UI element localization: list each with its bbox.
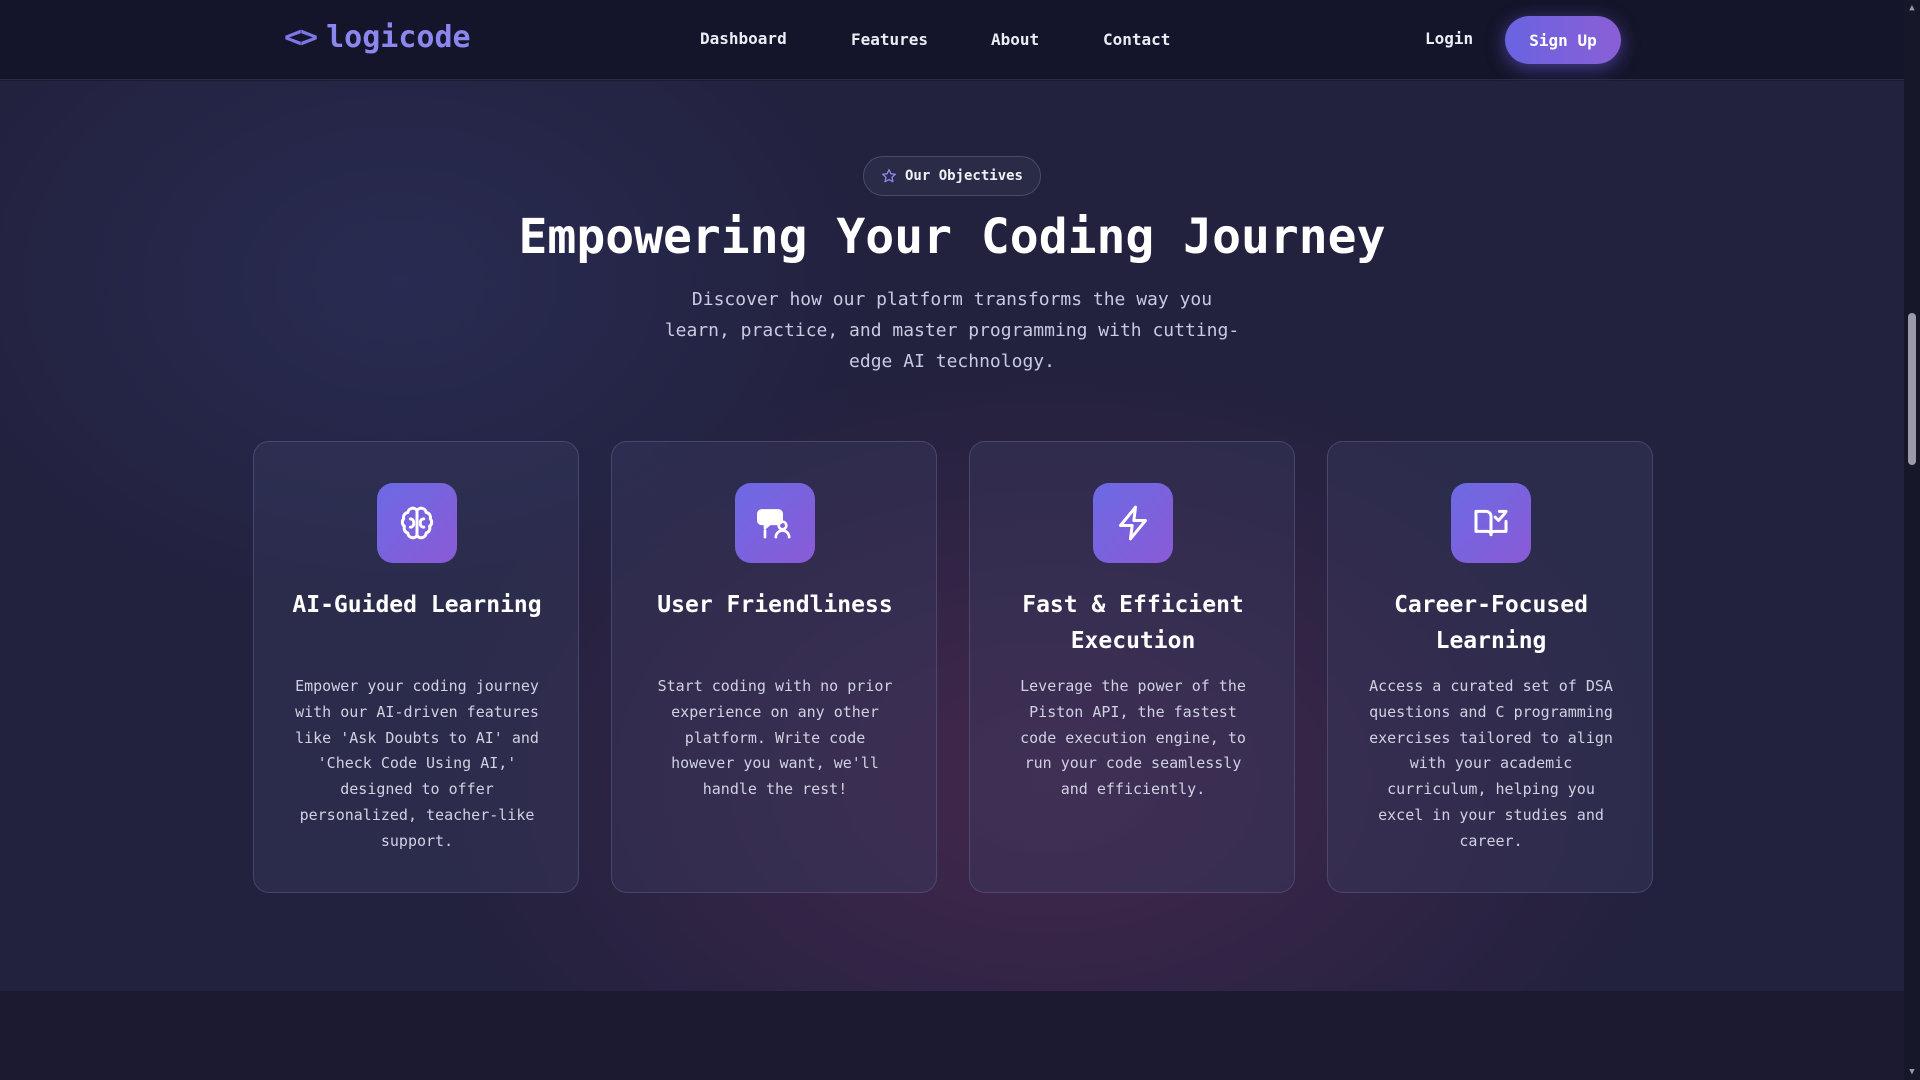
feature-card-career-focused: Career-Focused Learning Access a curated… bbox=[1327, 441, 1653, 893]
feature-card-user-friendliness: User Friendliness Start coding with no p… bbox=[611, 441, 937, 893]
page-scrollbar[interactable]: ▲ ▼ bbox=[1904, 0, 1920, 1080]
nav-link-dashboard[interactable]: Dashboard bbox=[700, 29, 787, 48]
card-description: Empower your coding journey with our AI-… bbox=[295, 677, 539, 850]
section-subtitle: Discover how our platform transforms the… bbox=[664, 289, 1240, 372]
nav-link-contact[interactable]: Contact bbox=[1103, 30, 1170, 49]
card-description: Leverage the power of the Piston API, th… bbox=[1020, 677, 1246, 799]
brain-icon bbox=[377, 483, 457, 563]
card-title: Career-Focused Learning bbox=[1394, 592, 1588, 654]
nav-link-about[interactable]: About bbox=[991, 30, 1039, 49]
feature-card-ai-guided: AI-Guided Learning Empower your coding j… bbox=[253, 441, 579, 893]
objectives-section: Our Objectives Empowering Your Coding Jo… bbox=[0, 81, 1904, 991]
card-description: Start coding with no prior experience on… bbox=[657, 677, 893, 799]
card-title: User Friendliness bbox=[657, 592, 893, 618]
logo[interactable]: <> logicode bbox=[284, 20, 471, 55]
feature-card-fast-execution: Fast & Efficient Execution Leverage the … bbox=[969, 441, 1295, 893]
user-chat-icon bbox=[735, 483, 815, 563]
navbar: <> logicode Dashboard Features About Con… bbox=[0, 0, 1904, 80]
nav-link-features[interactable]: Features bbox=[851, 30, 928, 49]
objectives-badge: Our Objectives bbox=[863, 156, 1041, 196]
signup-button[interactable]: Sign Up bbox=[1505, 16, 1621, 64]
book-check-icon bbox=[1451, 483, 1531, 563]
next-section bbox=[0, 991, 1904, 1080]
section-title: Empowering Your Coding Journey bbox=[518, 209, 1386, 265]
logo-text: logicode bbox=[326, 20, 471, 55]
card-title: AI-Guided Learning bbox=[292, 592, 542, 618]
login-link[interactable]: Login bbox=[1425, 29, 1473, 48]
card-title: Fast & Efficient Execution bbox=[1022, 592, 1244, 654]
lightning-icon bbox=[1093, 483, 1173, 563]
star-icon bbox=[881, 169, 896, 183]
scroll-thumb[interactable] bbox=[1908, 313, 1916, 465]
badge-label: Our Objectives bbox=[904, 168, 1023, 184]
card-description: Access a curated set of DSA questions an… bbox=[1369, 677, 1613, 850]
code-brackets-icon: <> bbox=[284, 20, 318, 55]
scroll-down-arrow-icon[interactable]: ▼ bbox=[1907, 1067, 1917, 1077]
scroll-up-arrow-icon[interactable]: ▲ bbox=[1907, 3, 1917, 13]
